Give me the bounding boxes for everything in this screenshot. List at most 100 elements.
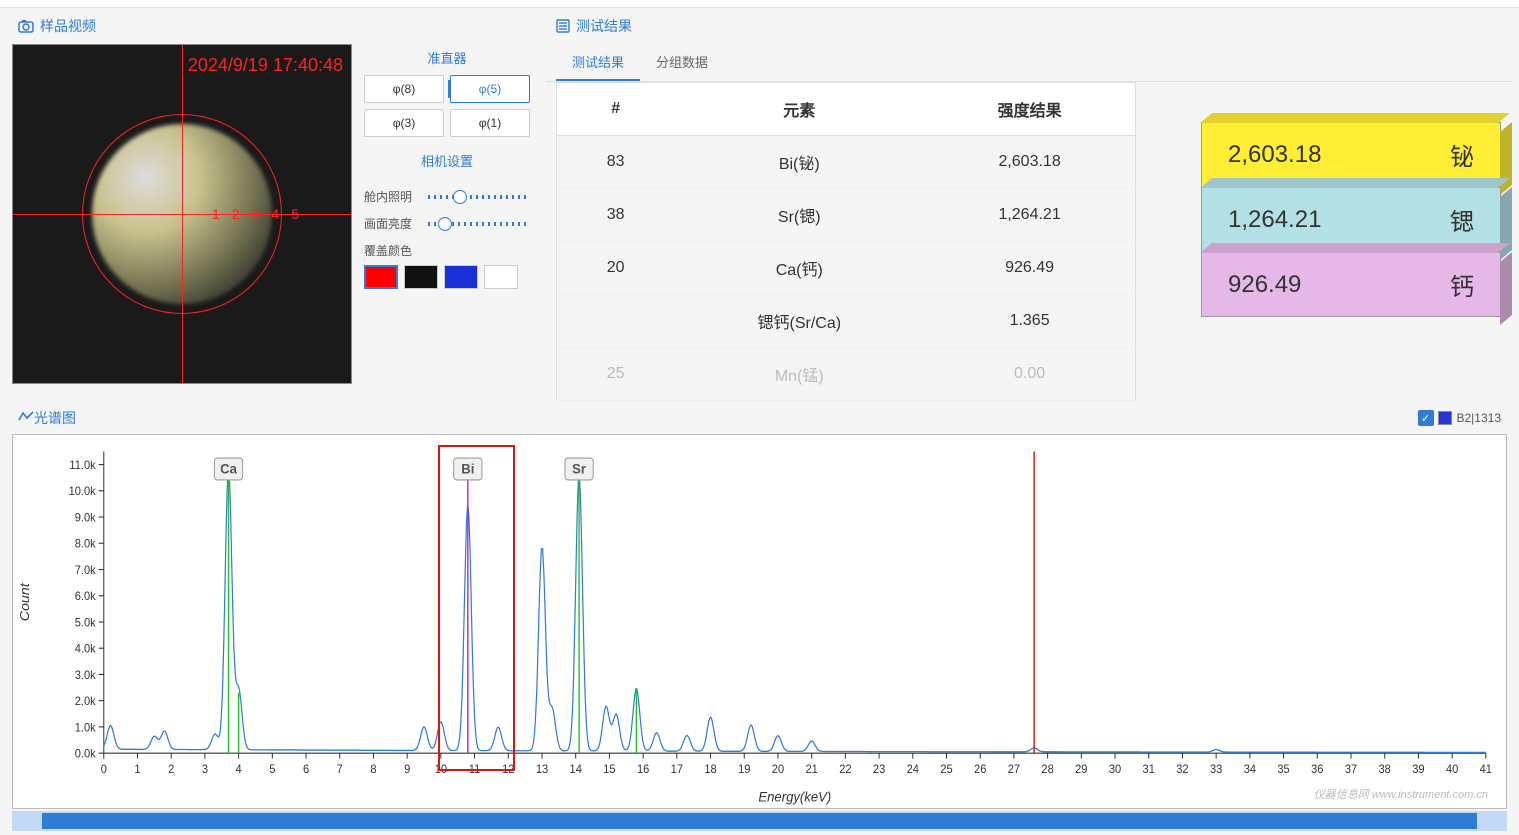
svg-text:13: 13 — [536, 764, 548, 776]
camera-icon — [18, 19, 34, 33]
brightness-slider[interactable] — [428, 222, 526, 226]
table-row[interactable]: 锶钙(Sr/Ca)1.365 — [557, 295, 1136, 348]
col-intensity: 强度结果 — [924, 83, 1135, 136]
svg-text:4: 4 — [236, 764, 243, 776]
spectrum-scrollbar[interactable] — [12, 811, 1507, 831]
collimator-grid: φ(8) φ(5) φ(3) φ(1) — [364, 75, 530, 137]
video-title: 样品视频 — [40, 16, 96, 36]
svg-text:34: 34 — [1244, 764, 1257, 776]
svg-text:27: 27 — [1008, 764, 1020, 776]
video-panel-header: 样品视频 — [8, 8, 538, 44]
svg-text:14: 14 — [570, 764, 583, 776]
col-num: # — [557, 83, 675, 136]
svg-text:8: 8 — [370, 764, 376, 776]
illumination-label: 舱内照明 — [364, 188, 424, 205]
table-row[interactable]: 38Sr(锶)1,264.21 — [557, 189, 1136, 242]
svg-text:30: 30 — [1109, 764, 1121, 776]
video-controls: 准直器 φ(8) φ(5) φ(3) φ(1) 相机设置 舱内照明 — [360, 44, 534, 384]
svg-text:32: 32 — [1176, 764, 1188, 776]
svg-text:37: 37 — [1345, 764, 1357, 776]
tab-results[interactable]: 测试结果 — [556, 44, 640, 81]
svg-text:22: 22 — [839, 764, 851, 776]
illumination-slider[interactable] — [428, 195, 526, 199]
collimator-phi5[interactable]: φ(5) — [450, 75, 530, 103]
svg-text:6.0k: 6.0k — [75, 591, 96, 603]
svg-text:28: 28 — [1041, 764, 1053, 776]
svg-text:36: 36 — [1311, 764, 1323, 776]
svg-text:9.0k: 9.0k — [75, 512, 96, 524]
svg-text:1.0k: 1.0k — [75, 722, 96, 734]
svg-text:Sr: Sr — [572, 461, 586, 477]
svg-text:31: 31 — [1143, 764, 1155, 776]
svg-text:2.0k: 2.0k — [75, 696, 96, 708]
spectrum-title: 光谱图 — [34, 408, 76, 428]
table-row[interactable]: 20Ca(钙)926.49 — [557, 242, 1136, 295]
svg-text:15: 15 — [603, 764, 615, 776]
spectrum-panel: 光谱图 ✓ B2|1313 0.0k1.0k2.0k3.0k4.0k5.0k6.… — [8, 402, 1511, 831]
svg-text:Energy(keV): Energy(keV) — [758, 789, 831, 805]
svg-text:21: 21 — [805, 764, 817, 776]
results-tabs: 测试结果 分组数据 — [546, 44, 1511, 82]
svg-text:8.0k: 8.0k — [75, 538, 96, 550]
top-toolbar — [0, 0, 1519, 8]
svg-text:39: 39 — [1412, 764, 1424, 776]
svg-text:7.0k: 7.0k — [75, 565, 96, 577]
svg-text:2: 2 — [168, 764, 174, 776]
legend-label: B2|1313 — [1457, 411, 1502, 425]
results-panel-header: 测试结果 — [546, 8, 1511, 44]
spectrum-chart[interactable]: 0.0k1.0k2.0k3.0k4.0k5.0k6.0k7.0k8.0k9.0k… — [12, 434, 1507, 809]
svg-text:38: 38 — [1379, 764, 1391, 776]
svg-text:41: 41 — [1480, 764, 1492, 776]
svg-text:25: 25 — [940, 764, 952, 776]
svg-text:18: 18 — [704, 764, 716, 776]
svg-text:9: 9 — [404, 764, 410, 776]
table-row[interactable]: 25Mn(锰)0.00 — [557, 348, 1136, 401]
svg-text:7: 7 — [337, 764, 343, 776]
results-panel: 测试结果 测试结果 分组数据 # 元素 强度结果 83Bi(铋)2,603.18… — [546, 8, 1511, 398]
svg-text:1: 1 — [134, 764, 140, 776]
collimator-phi8[interactable]: φ(8) — [364, 75, 444, 103]
svg-text:5: 5 — [269, 764, 275, 776]
svg-text:16: 16 — [637, 764, 649, 776]
collimator-title: 准直器 — [364, 44, 530, 75]
svg-text:19: 19 — [738, 764, 750, 776]
list-icon — [556, 19, 570, 33]
svg-text:3.0k: 3.0k — [75, 669, 96, 681]
svg-text:23: 23 — [873, 764, 885, 776]
svg-text:3: 3 — [202, 764, 208, 776]
video-panel: 样品视频 2024/9/19 17:40:48 1 2 3 4 5 — [8, 8, 538, 398]
collimator-phi3[interactable]: φ(3) — [364, 109, 444, 137]
svg-text:26: 26 — [974, 764, 986, 776]
color-swatch-black[interactable] — [404, 265, 438, 289]
spectrum-legend: ✓ B2|1313 — [1418, 410, 1502, 426]
svg-text:0: 0 — [101, 764, 107, 776]
col-element: 元素 — [674, 83, 924, 136]
color-swatches — [364, 265, 530, 289]
color-swatch-blue[interactable] — [444, 265, 478, 289]
results-table: # 元素 强度结果 83Bi(铋)2,603.1838Sr(锶)1,264.21… — [556, 82, 1136, 401]
result-block: 926.49钙 — [1201, 252, 1501, 317]
svg-text:40: 40 — [1446, 764, 1458, 776]
results-title: 测试结果 — [576, 16, 632, 36]
svg-text:0.0k: 0.0k — [75, 748, 96, 760]
brightness-slider-row: 画面亮度 — [364, 215, 530, 232]
highlight-region — [438, 445, 516, 771]
camera-settings-title: 相机设置 — [364, 147, 530, 178]
collimator-phi1[interactable]: φ(1) — [450, 109, 530, 137]
color-swatch-red[interactable] — [364, 265, 398, 289]
tab-groups[interactable]: 分组数据 — [640, 44, 724, 81]
legend-checkbox[interactable]: ✓ — [1418, 410, 1434, 426]
svg-text:6: 6 — [303, 764, 309, 776]
scale-ticks: 1 2 3 4 5 — [182, 206, 299, 222]
svg-text:Ca: Ca — [220, 461, 237, 477]
svg-text:35: 35 — [1277, 764, 1289, 776]
svg-text:20: 20 — [772, 764, 784, 776]
legend-color-swatch — [1438, 411, 1452, 425]
color-swatch-white[interactable] — [484, 265, 518, 289]
spectrum-header: 光谱图 ✓ B2|1313 — [8, 402, 1511, 434]
svg-text:4.0k: 4.0k — [75, 643, 96, 655]
table-row[interactable]: 83Bi(铋)2,603.18 — [557, 136, 1136, 189]
svg-text:29: 29 — [1075, 764, 1087, 776]
sample-video-frame[interactable]: 2024/9/19 17:40:48 1 2 3 4 5 — [12, 44, 352, 384]
video-timestamp: 2024/9/19 17:40:48 — [188, 55, 343, 76]
